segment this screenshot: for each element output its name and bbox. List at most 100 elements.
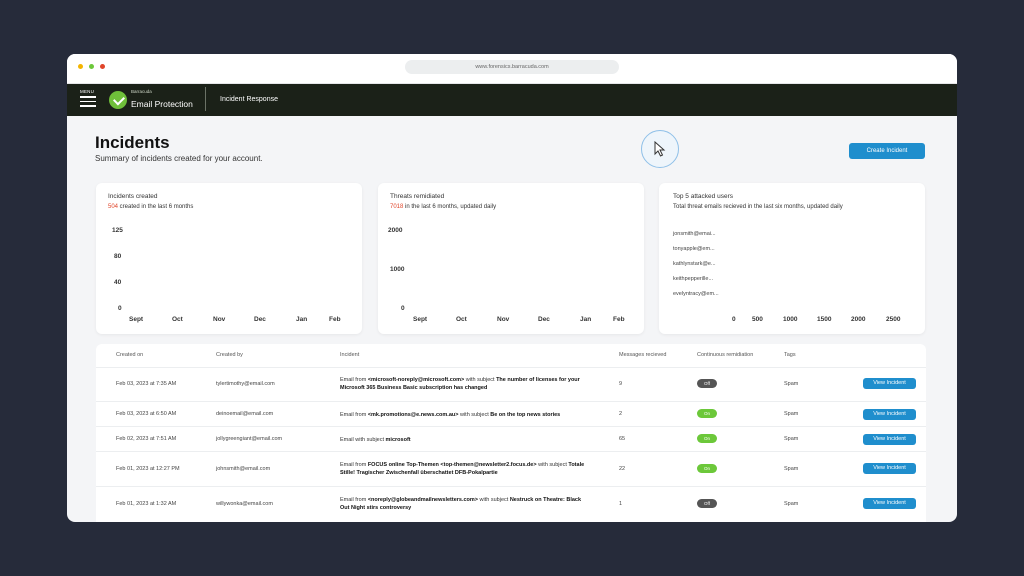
- y-tick: 125: [112, 227, 123, 234]
- incidents-created-card: Incidents created 504 created in the las…: [96, 183, 362, 334]
- tag: Spam: [784, 466, 799, 472]
- x-tick: Jan: [580, 316, 592, 323]
- section-title: Incident Response: [220, 96, 278, 103]
- y-tick: 80: [114, 253, 122, 260]
- x-tick: 1500: [817, 316, 832, 323]
- view-incident-button[interactable]: View Incident: [863, 434, 916, 445]
- created-on: Feb 03, 2023 at 7:35 AM: [116, 381, 177, 387]
- page-title: Incidents: [95, 133, 170, 152]
- checkmark-logo-icon: [109, 91, 127, 110]
- x-tick: Dec: [254, 316, 266, 323]
- y-tick: jonsmith@emai...: [673, 231, 716, 237]
- x-tick: Nov: [213, 316, 226, 323]
- x-tick: 1000: [783, 316, 798, 323]
- card-subtitle: 7018 in the last 6 months, updated daily: [390, 204, 496, 210]
- created-on: Feb 03, 2023 at 6:50 AM: [116, 411, 177, 417]
- x-tick: Jan: [296, 316, 308, 323]
- table-row[interactable]: Feb 01, 2023 at 1:32 AM willywonka@email…: [96, 486, 926, 522]
- brand-small-text: Barracuda: [131, 89, 152, 94]
- view-incident-button[interactable]: View Incident: [863, 378, 916, 389]
- incidents-table: Created on Created by Incident Messages …: [96, 344, 926, 522]
- messages-count: 1: [619, 501, 623, 507]
- x-tick: Nov: [497, 316, 510, 323]
- window-controls: [78, 64, 105, 69]
- x-tick: Dec: [538, 316, 550, 323]
- incident-description: Email from <noreply@globeandmailnewslett…: [340, 497, 582, 511]
- close-dot[interactable]: [100, 64, 105, 69]
- remediation-toggle[interactable]: On: [697, 464, 717, 473]
- brand-logo[interactable]: Barracuda Email Protection: [109, 89, 193, 111]
- card-title: Threats remidiated: [390, 193, 445, 200]
- created-on: Feb 01, 2023 at 12:27 PM: [116, 466, 180, 472]
- x-tick: 500: [752, 316, 763, 323]
- y-tick: 40: [114, 279, 122, 286]
- card-subtitle-text: in the last 6 months, updated daily: [403, 204, 497, 210]
- mouse-pointer-icon: [654, 141, 666, 157]
- incident-description: Email from <mk.promotions@e.news.com.au>…: [340, 412, 561, 418]
- column-header[interactable]: Continuous remidiation: [697, 352, 753, 358]
- main-content: Incidents Summary of incidents created f…: [67, 116, 957, 522]
- x-tick: 2000: [851, 316, 866, 323]
- x-tick: Oct: [456, 316, 467, 323]
- created-by: johnsmith@email.com: [216, 466, 271, 472]
- tag: Spam: [784, 436, 799, 442]
- created-by: jollygreengiant@email.com: [216, 436, 283, 442]
- x-tick: Feb: [613, 316, 625, 323]
- table-row[interactable]: Feb 01, 2023 at 12:27 PM johnsmith@email…: [96, 451, 926, 486]
- remediation-toggle[interactable]: On: [697, 409, 717, 418]
- remediation-toggle[interactable]: Off: [697, 379, 717, 388]
- tag: Spam: [784, 501, 799, 507]
- create-incident-button[interactable]: Create Incident: [849, 143, 925, 159]
- view-incident-button[interactable]: View Incident: [863, 498, 916, 509]
- column-header[interactable]: Tags: [784, 352, 796, 358]
- y-tick: kathlynstark@e...: [673, 261, 716, 267]
- address-bar[interactable]: www.forensics.barracuda.com: [405, 60, 619, 74]
- x-tick: Sept: [413, 316, 428, 323]
- x-tick: 2500: [886, 316, 901, 323]
- browser-titlebar: www.forensics.barracuda.com: [67, 54, 957, 84]
- created-by: tylertimothy@email.com: [216, 381, 275, 387]
- created-by: willywonka@email.com: [216, 501, 273, 507]
- cursor-highlight: [641, 130, 679, 168]
- x-tick: 0: [732, 316, 736, 323]
- column-header[interactable]: Incident: [340, 352, 359, 358]
- tag: Spam: [784, 381, 799, 387]
- maximize-dot[interactable]: [89, 64, 94, 69]
- incident-description: Email from <microsoft-noreply@microsoft.…: [340, 377, 580, 391]
- threats-remediated-card: Threats remidiated 7018 in the last 6 mo…: [378, 183, 644, 334]
- page-subtitle: Summary of incidents created for your ac…: [95, 154, 263, 163]
- view-incident-button[interactable]: View Incident: [863, 463, 916, 474]
- table-row[interactable]: Feb 02, 2023 at 7:51 AM jollygreengiant@…: [96, 426, 926, 451]
- column-header[interactable]: Created on: [116, 352, 143, 358]
- minimize-dot[interactable]: [78, 64, 83, 69]
- card-title: Incidents created: [108, 193, 158, 200]
- created-on: Feb 01, 2023 at 1:32 AM: [116, 501, 177, 507]
- incident-description: Email from FOCUS online Top-Themen <top-…: [340, 462, 585, 476]
- incidents-count: 504: [108, 204, 119, 210]
- column-header[interactable]: Created by: [216, 352, 243, 358]
- column-header[interactable]: Messages recieved: [619, 352, 666, 358]
- x-tick: Oct: [172, 316, 183, 323]
- y-tick: 1000: [390, 266, 405, 273]
- y-tick: 0: [118, 305, 122, 312]
- created-on: Feb 02, 2023 at 7:51 AM: [116, 436, 177, 442]
- y-tick: 0: [401, 305, 405, 312]
- card-subtitle: 504 created in the last 6 months: [108, 204, 193, 210]
- remediation-toggle[interactable]: Off: [697, 499, 717, 508]
- remediation-toggle[interactable]: On: [697, 434, 717, 443]
- menu-label: MENU: [80, 89, 95, 94]
- y-tick: evelyntracy@em...: [673, 291, 719, 297]
- y-tick: tonyapple@em...: [673, 246, 715, 252]
- app-header: MENU Barracuda Email Protection Incident…: [67, 84, 957, 116]
- x-tick: Feb: [329, 316, 341, 323]
- table-row[interactable]: Feb 03, 2023 at 7:35 AM tylertimothy@ema…: [96, 367, 926, 401]
- table-row[interactable]: Feb 03, 2023 at 6:50 AM deinoemail@email…: [96, 401, 926, 426]
- tag: Spam: [784, 411, 799, 417]
- card-subtitle-text: created in the last 6 months: [118, 204, 194, 210]
- brand-name: Email Protection: [131, 98, 193, 109]
- created-by: deinoemail@email.com: [216, 411, 274, 417]
- view-incident-button[interactable]: View Incident: [863, 409, 916, 420]
- messages-count: 22: [619, 466, 626, 472]
- menu-button[interactable]: MENU: [80, 89, 98, 110]
- y-tick: keithpepperille...: [673, 276, 714, 282]
